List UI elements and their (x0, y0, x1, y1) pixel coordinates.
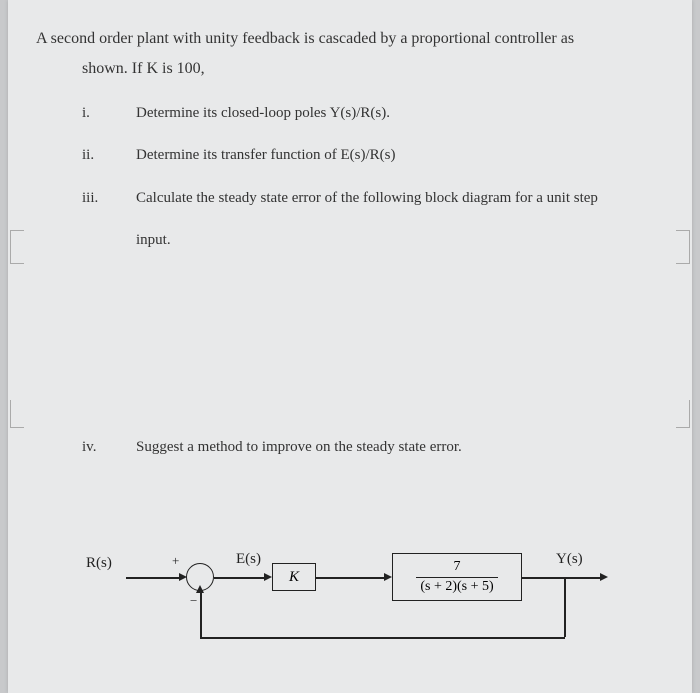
item-text: Determine its transfer function of E(s)/… (136, 141, 660, 170)
arrow-head-icon (600, 573, 608, 581)
spacer (36, 269, 660, 419)
label-Y: Y(s) (556, 551, 583, 568)
block-diagram: R(s) + − E(s) K 7 (s + 2)(s + 5) Y(s) (86, 545, 646, 685)
wire (564, 577, 566, 637)
arrow-head-icon (264, 573, 272, 581)
crop-mark-right (676, 230, 690, 264)
item-text: Calculate the steady state error of the … (136, 184, 660, 213)
intro-line2: shown. If K is 100, (82, 60, 205, 77)
crop-mark-left-2 (10, 400, 24, 428)
item-i: i. Determine its closed-loop poles Y(s)/… (82, 99, 660, 128)
item-number: i. (82, 99, 136, 128)
wire (200, 591, 202, 638)
item-ii: ii. Determine its transfer function of E… (82, 141, 660, 170)
item-iii: iii. Calculate the steady state error of… (82, 184, 660, 213)
label-K: K (289, 569, 299, 586)
label-R: R(s) (86, 555, 112, 572)
crop-mark-right-2 (676, 400, 690, 428)
item-text: input. (136, 226, 660, 255)
item-text: Suggest a method to improve on the stead… (136, 433, 660, 462)
arrow-head-icon (384, 573, 392, 581)
plant-block: 7 (s + 2)(s + 5) (392, 553, 522, 601)
intro-line1: A second order plant with unity feedback… (36, 30, 574, 47)
item-iv: iv. Suggest a method to improve on the s… (82, 433, 660, 462)
items-list-2: iv. Suggest a method to improve on the s… (82, 433, 660, 462)
wire (126, 577, 181, 579)
item-text: Determine its closed-loop poles Y(s)/R(s… (136, 99, 660, 128)
label-E: E(s) (236, 551, 261, 568)
item-number: ii. (82, 141, 136, 170)
controller-block: K (272, 563, 316, 591)
wire (316, 577, 386, 579)
items-list: i. Determine its closed-loop poles Y(s)/… (82, 99, 660, 255)
plant-numerator: 7 (450, 559, 465, 577)
plant-denominator: (s + 2)(s + 5) (416, 577, 497, 596)
plus-sign: + (172, 553, 179, 569)
item-iii-cont: input. (82, 226, 660, 255)
item-number: iii. (82, 184, 136, 213)
wire (214, 577, 266, 579)
page: A second order plant with unity feedback… (8, 0, 692, 693)
arrow-head-icon (196, 585, 204, 593)
problem-intro: A second order plant with unity feedback… (36, 24, 660, 85)
minus-sign: − (190, 593, 197, 609)
wire (200, 637, 565, 639)
crop-mark-left (10, 230, 24, 264)
plant-fraction: 7 (s + 2)(s + 5) (416, 559, 497, 596)
item-number: iv. (82, 433, 136, 462)
spacer (36, 475, 660, 535)
